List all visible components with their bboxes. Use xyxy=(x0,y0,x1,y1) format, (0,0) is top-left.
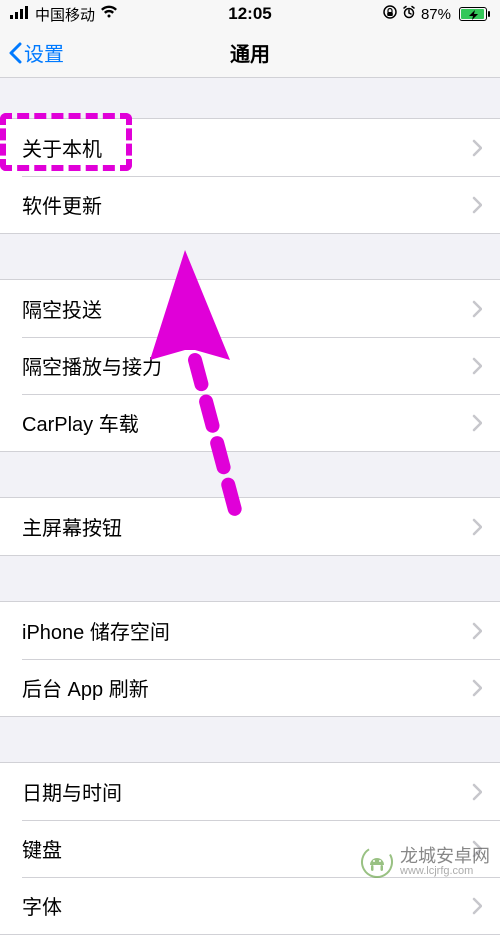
row-fonts[interactable]: 字体 xyxy=(0,877,500,934)
chevron-right-icon xyxy=(472,783,482,801)
chevron-left-icon xyxy=(8,42,22,64)
chevron-right-icon xyxy=(472,414,482,432)
chevron-right-icon xyxy=(472,622,482,640)
back-label: 设置 xyxy=(24,38,64,67)
row-airplay[interactable]: 隔空播放与接力 xyxy=(0,337,500,394)
row-label: 键盘 xyxy=(22,834,62,863)
lock-icon xyxy=(383,4,397,24)
group-about: 关于本机 软件更新 xyxy=(0,118,500,234)
row-software-update[interactable]: 软件更新 xyxy=(0,176,500,233)
row-home-button[interactable]: 主屏幕按钮 xyxy=(0,498,500,555)
battery-pct: 87% xyxy=(421,6,451,23)
chevron-right-icon xyxy=(472,196,482,214)
watermark-name: 龙城安卓网 xyxy=(400,847,490,865)
row-storage[interactable]: iPhone 储存空间 xyxy=(0,602,500,659)
alarm-icon xyxy=(402,4,416,24)
battery-icon xyxy=(456,7,490,21)
status-bar: 中国移动 12:05 87% xyxy=(0,0,500,28)
chevron-right-icon xyxy=(472,679,482,697)
signal-icon xyxy=(10,4,30,24)
row-datetime[interactable]: 日期与时间 xyxy=(0,763,500,820)
group-home-button: 主屏幕按钮 xyxy=(0,497,500,556)
row-label: 关于本机 xyxy=(22,133,102,162)
page-title: 通用 xyxy=(230,38,270,67)
row-carplay[interactable]: CarPlay 车载 xyxy=(0,394,500,451)
carrier-text: 中国移动 xyxy=(35,4,95,25)
row-label: 后台 App 刷新 xyxy=(22,673,149,702)
row-label: 隔空播放与接力 xyxy=(22,351,162,380)
status-left: 中国移动 xyxy=(10,4,118,25)
back-button[interactable]: 设置 xyxy=(0,38,64,67)
group-storage: iPhone 储存空间 后台 App 刷新 xyxy=(0,601,500,717)
row-label: 隔空投送 xyxy=(22,294,102,323)
group-airdrop: 隔空投送 隔空播放与接力 CarPlay 车载 xyxy=(0,279,500,452)
chevron-right-icon xyxy=(472,897,482,915)
nav-bar: 设置 通用 xyxy=(0,28,500,78)
row-label: 日期与时间 xyxy=(22,777,122,806)
row-airdrop[interactable]: 隔空投送 xyxy=(0,280,500,337)
wifi-icon xyxy=(100,4,118,24)
watermark-url: www.lcjrfg.com xyxy=(400,865,490,877)
row-label: 主屏幕按钮 xyxy=(22,512,122,541)
chevron-right-icon xyxy=(472,139,482,157)
row-label: 软件更新 xyxy=(22,190,102,219)
row-label: iPhone 储存空间 xyxy=(22,616,170,645)
row-about[interactable]: 关于本机 xyxy=(0,119,500,176)
row-background-refresh[interactable]: 后台 App 刷新 xyxy=(0,659,500,716)
status-right: 87% xyxy=(383,4,490,24)
status-time: 12:05 xyxy=(228,4,271,24)
chevron-right-icon xyxy=(472,357,482,375)
row-label: CarPlay 车载 xyxy=(22,408,139,437)
watermark: 龙城安卓网 www.lcjrfg.com xyxy=(360,845,490,879)
row-label: 字体 xyxy=(22,891,62,920)
chevron-right-icon xyxy=(472,300,482,318)
watermark-icon xyxy=(360,845,394,879)
chevron-right-icon xyxy=(472,518,482,536)
